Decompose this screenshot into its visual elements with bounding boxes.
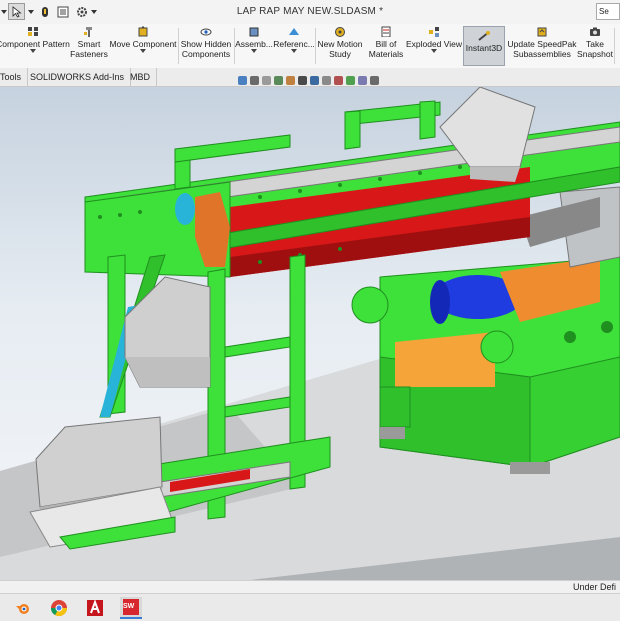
status-text: Under Defi bbox=[572, 582, 616, 592]
dropdown-arrow-icon bbox=[140, 49, 146, 53]
ribbon-label: New Motion Study bbox=[317, 39, 363, 59]
blender-icon[interactable] bbox=[12, 597, 34, 619]
instant3d-icon bbox=[478, 31, 490, 41]
smart-fasteners-icon bbox=[84, 27, 92, 37]
update-speedpak-button[interactable]: Update SpeedPak Subassemblies bbox=[507, 26, 577, 66]
dynamic-annotation-icon[interactable] bbox=[286, 75, 295, 85]
ribbon-label: Assemb... bbox=[235, 39, 273, 49]
side-disc bbox=[351, 286, 389, 324]
display-style-icon[interactable] bbox=[310, 75, 319, 85]
reference-geometry-icon bbox=[289, 28, 299, 35]
solidworks-label: SW bbox=[123, 603, 135, 610]
ribbon-label: Referenc... bbox=[273, 39, 315, 49]
component-pattern-icon bbox=[28, 27, 38, 36]
graphics-viewport[interactable] bbox=[0, 87, 620, 580]
taskbar: SW bbox=[0, 593, 620, 621]
ribbon-label: Component Pattern bbox=[0, 39, 70, 49]
apply-scene-icon[interactable] bbox=[346, 75, 355, 85]
bill-of-materials-button[interactable]: Bill of Materials bbox=[366, 26, 406, 66]
ribbon-label: Show Hidden Components bbox=[180, 39, 232, 59]
dropdown-arrow-icon bbox=[431, 49, 437, 53]
zoom-to-fit-icon[interactable] bbox=[238, 75, 247, 85]
ribbon-label: Exploded View bbox=[405, 39, 463, 49]
exploded-view-icon bbox=[429, 27, 439, 37]
command-manager-ribbon: Component Pattern Smart Fasteners Move C… bbox=[0, 24, 620, 69]
window-title: LAP RAP MAY NEW.SLDASM * bbox=[236, 6, 384, 17]
assembly-model bbox=[0, 87, 620, 580]
ribbon-separator bbox=[178, 28, 179, 64]
reference-geometry-button[interactable]: Referenc... bbox=[273, 26, 315, 66]
ribbon-label: Bill of Materials bbox=[368, 39, 404, 59]
ribbon-label: Smart Fasteners bbox=[70, 39, 108, 59]
monitor-icon[interactable] bbox=[370, 75, 379, 85]
move-component-button[interactable]: Move Component bbox=[109, 26, 177, 66]
show-hidden-components-button[interactable]: Show Hidden Components bbox=[180, 26, 232, 66]
hide-show-items-icon[interactable] bbox=[322, 75, 331, 85]
dropdown-arrow-icon bbox=[30, 49, 36, 53]
view-settings-icon[interactable] bbox=[358, 75, 367, 85]
dropdown-arrow-icon bbox=[251, 49, 257, 53]
bill-of-materials-icon bbox=[381, 26, 391, 37]
camera-icon bbox=[590, 27, 600, 36]
ribbon-label: Update SpeedPak Subassemblies bbox=[507, 39, 577, 59]
show-hidden-icon bbox=[200, 28, 212, 36]
chrome-icon[interactable] bbox=[48, 597, 70, 619]
solidworks-taskbar-button[interactable]: SW bbox=[120, 597, 142, 619]
autocad-icon[interactable] bbox=[84, 597, 106, 619]
assembly-features-button[interactable]: Assemb... bbox=[235, 26, 273, 66]
status-bar: Under Defi bbox=[0, 580, 620, 594]
previous-view-icon[interactable] bbox=[262, 75, 271, 85]
dropdown-arrow-icon bbox=[291, 49, 297, 53]
move-component-icon bbox=[138, 26, 148, 37]
speedpak-icon bbox=[537, 27, 547, 37]
ribbon-label: Move Component bbox=[109, 39, 177, 49]
search-input[interactable]: › Se bbox=[596, 3, 620, 20]
view-orientation-icon[interactable] bbox=[298, 75, 307, 85]
search-placeholder: Se bbox=[599, 7, 609, 16]
new-motion-study-button[interactable]: New Motion Study bbox=[316, 26, 364, 66]
take-snapshot-button[interactable]: Take Snapshot bbox=[577, 26, 613, 66]
ribbon-label: Take Snapshot bbox=[577, 39, 613, 59]
title-bar: LAP RAP MAY NEW.SLDASM * › Se bbox=[0, 0, 620, 25]
ribbon-label: Instant3D bbox=[465, 43, 503, 53]
instant3d-button[interactable]: Instant3D bbox=[463, 26, 505, 66]
heads-up-view-toolbar bbox=[238, 73, 379, 87]
motion-study-icon bbox=[335, 27, 345, 37]
assembly-features-icon bbox=[249, 27, 259, 37]
ribbon-separator bbox=[614, 28, 615, 64]
cyan-pulley bbox=[175, 193, 195, 225]
tab-mbd[interactable]: MBD bbox=[124, 68, 157, 86]
exploded-view-button[interactable]: Exploded View bbox=[405, 26, 463, 66]
smart-fasteners-button[interactable]: Smart Fasteners bbox=[70, 26, 108, 66]
edit-appearance-icon[interactable] bbox=[334, 75, 343, 85]
zoom-area-icon[interactable] bbox=[250, 75, 259, 85]
component-pattern-button[interactable]: Component Pattern bbox=[0, 26, 70, 66]
section-view-icon[interactable] bbox=[274, 75, 283, 85]
tab-solidworks-add-ins[interactable]: SOLIDWORKS Add-Ins bbox=[24, 68, 132, 86]
